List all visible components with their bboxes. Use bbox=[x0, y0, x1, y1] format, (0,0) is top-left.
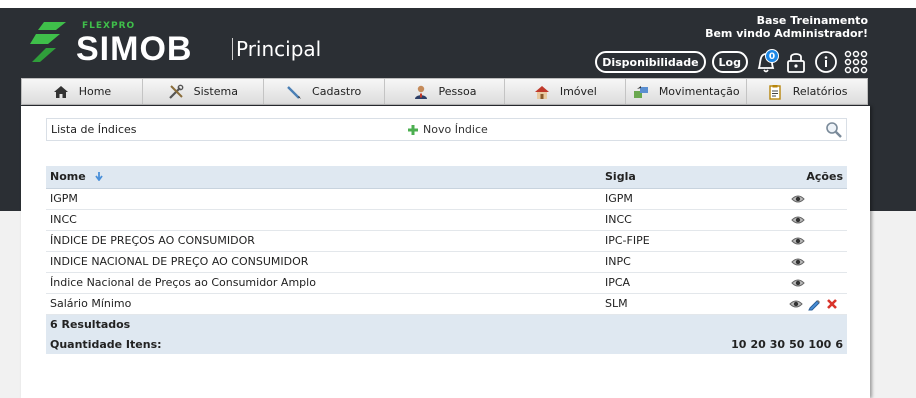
row-sigla: SLM bbox=[601, 293, 675, 315]
new-index-button[interactable]: Novo Índice bbox=[407, 123, 488, 136]
page-size-50[interactable]: 50 bbox=[789, 338, 804, 351]
edit-icon[interactable] bbox=[807, 297, 821, 311]
view-icon[interactable] bbox=[791, 255, 805, 269]
info-button[interactable] bbox=[814, 49, 838, 75]
column-header-sigla[interactable]: Sigla bbox=[601, 166, 675, 189]
table-row[interactable]: Índice Nacional de Preços ao Consumidor … bbox=[46, 272, 847, 294]
table-row[interactable]: INCC INCC bbox=[46, 209, 847, 231]
top-strip bbox=[0, 0, 916, 8]
new-index-label: Novo Índice bbox=[423, 123, 488, 136]
view-icon[interactable] bbox=[791, 213, 805, 227]
menu-movimentacao-label: Movimentação bbox=[658, 85, 740, 98]
notifications-badge: 0 bbox=[765, 49, 779, 63]
view-icon[interactable] bbox=[791, 192, 805, 206]
pen-icon bbox=[287, 85, 302, 99]
column-header-nome-label: Nome bbox=[50, 170, 86, 184]
row-nome: Salário Mínimo bbox=[46, 293, 601, 315]
menu-cadastro[interactable]: Cadastro bbox=[264, 79, 385, 104]
list-title: Lista de Índices bbox=[51, 123, 137, 136]
header-toolbar: Disponibilidade Log 0 bbox=[595, 48, 868, 76]
page-size-current[interactable]: 6 bbox=[835, 338, 843, 351]
results-row: 6 Resultados bbox=[46, 314, 847, 334]
row-sigla: IGPM bbox=[601, 188, 675, 210]
disponibilidade-button[interactable]: Disponibilidade bbox=[595, 51, 706, 73]
company-name: Base Treinamento bbox=[756, 14, 868, 27]
brand-name: SIMOB bbox=[76, 30, 193, 68]
search-icon[interactable] bbox=[825, 121, 843, 139]
log-button[interactable]: Log bbox=[711, 51, 748, 73]
view-icon[interactable] bbox=[791, 234, 805, 248]
tools-icon bbox=[168, 84, 184, 99]
lock-button[interactable] bbox=[784, 49, 808, 75]
apps-button[interactable] bbox=[844, 49, 868, 75]
table-row[interactable]: IGPM IGPM bbox=[46, 188, 847, 210]
menu-relatorios-label: Relatórios bbox=[792, 85, 848, 98]
page-size-100[interactable]: 100 bbox=[808, 338, 831, 351]
notifications-button[interactable]: 0 bbox=[754, 49, 779, 75]
column-header-nome[interactable]: Nome bbox=[46, 166, 601, 189]
row-sigla: IPCA bbox=[601, 272, 675, 294]
brand-logo[interactable]: FLEXPRO SIMOB Principal bbox=[26, 18, 326, 68]
menu-cadastro-label: Cadastro bbox=[312, 85, 362, 98]
menu-home[interactable]: Home bbox=[22, 79, 143, 104]
row-sigla: IPC-FIPE bbox=[601, 230, 675, 252]
row-nome: INCC bbox=[46, 209, 601, 231]
logo-mark-icon bbox=[30, 22, 66, 62]
column-header-acoes: Ações bbox=[674, 166, 847, 189]
transfer-icon bbox=[633, 85, 648, 98]
menu-relatorios[interactable]: Relatórios bbox=[747, 79, 867, 104]
menu-sistema[interactable]: Sistema bbox=[143, 79, 264, 104]
page-size-10[interactable]: 10 bbox=[731, 338, 746, 351]
plus-icon bbox=[408, 124, 418, 135]
row-sigla: INCC bbox=[601, 209, 675, 231]
apps-grid-icon bbox=[844, 50, 868, 74]
row-nome: IGPM bbox=[46, 188, 601, 210]
view-icon[interactable] bbox=[791, 276, 805, 290]
row-nome: Índice Nacional de Preços ao Consumidor … bbox=[46, 272, 601, 294]
page-section: Principal bbox=[236, 37, 322, 61]
welcome-message: Bem vindo Administrador! bbox=[705, 27, 868, 40]
pagination-row: Quantidade Itens: 10 20 30 50 100 6 bbox=[46, 334, 847, 354]
menu-home-label: Home bbox=[78, 85, 112, 98]
table-row[interactable]: ÍNDICE DE PREÇOS AO CONSUMIDOR IPC-FIPE bbox=[46, 230, 847, 252]
menu-sistema-label: Sistema bbox=[193, 85, 238, 98]
menu-pessoa[interactable]: Pessoa bbox=[385, 79, 506, 104]
menu-movimentacao[interactable]: Movimentação bbox=[626, 79, 748, 104]
table-header-row: Nome Sigla Ações bbox=[46, 166, 847, 189]
row-sigla: INPC bbox=[601, 251, 675, 273]
list-header: Lista de Índices Novo Índice bbox=[46, 118, 847, 141]
user-welcome: Base Treinamento Bem vindo Administrador… bbox=[705, 14, 868, 40]
menu-pessoa-label: Pessoa bbox=[438, 85, 477, 98]
indices-table: Nome Sigla Ações IGPM IGPM INCC INCC ÍND… bbox=[46, 166, 847, 354]
lock-icon bbox=[787, 53, 805, 73]
brand-separator bbox=[232, 38, 233, 60]
table-row[interactable]: INDICE NACIONAL DE PREÇO AO CONSUMIDOR I… bbox=[46, 251, 847, 273]
report-icon bbox=[768, 84, 781, 100]
main-menu: Home Sistema Cadastro Pessoa Imóvel Movi… bbox=[21, 78, 868, 105]
page-size-options: 10 20 30 50 100 6 bbox=[674, 334, 847, 354]
page-size-30[interactable]: 30 bbox=[770, 338, 785, 351]
menu-imovel-label: Imóvel bbox=[559, 85, 597, 98]
quantity-label: Quantidade Itens: bbox=[46, 334, 675, 354]
row-nome: ÍNDICE DE PREÇOS AO CONSUMIDOR bbox=[46, 230, 601, 252]
house-icon bbox=[534, 85, 549, 99]
person-icon bbox=[414, 85, 427, 99]
menu-imovel[interactable]: Imóvel bbox=[505, 79, 627, 104]
home-icon bbox=[53, 85, 68, 98]
info-icon bbox=[815, 51, 837, 73]
sort-down-icon bbox=[94, 172, 103, 182]
content-panel: Lista de Índices Novo Índice Nome Sigla … bbox=[21, 106, 870, 398]
results-count: 6 Resultados bbox=[46, 314, 847, 334]
row-nome: INDICE NACIONAL DE PREÇO AO CONSUMIDOR bbox=[46, 251, 601, 273]
table-row[interactable]: Salário Mínimo SLM bbox=[46, 293, 847, 315]
page-size-20[interactable]: 20 bbox=[750, 338, 765, 351]
delete-icon[interactable] bbox=[825, 297, 839, 311]
view-icon[interactable] bbox=[789, 297, 803, 311]
